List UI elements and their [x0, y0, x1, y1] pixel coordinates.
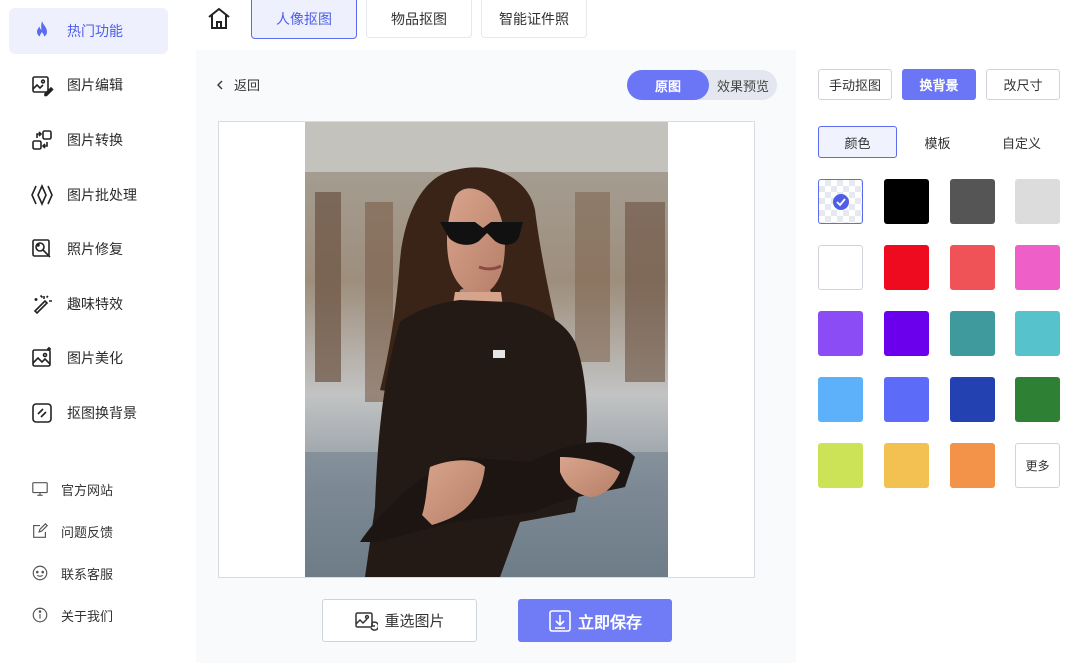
- sidebar-item-label: 图片编辑: [67, 78, 123, 94]
- reselect-label: 重选图片: [384, 612, 445, 630]
- info-icon: [30, 605, 50, 625]
- color-swatch[interactable]: [884, 311, 929, 356]
- chevron-left-icon: [217, 80, 223, 89]
- color-swatch[interactable]: [818, 245, 863, 290]
- tab-label: 物品抠图: [391, 11, 447, 28]
- sidebar-link-label: 关于我们: [61, 609, 114, 625]
- color-swatch[interactable]: [884, 377, 929, 422]
- resize-button[interactable]: 改尺寸: [986, 69, 1060, 100]
- sidebar-item-hot-features[interactable]: 热门功能: [9, 8, 168, 54]
- service-icon: [30, 563, 50, 583]
- convert-icon: [29, 127, 55, 153]
- home-button[interactable]: [206, 6, 232, 32]
- sidebar-link-official-site[interactable]: 官方网站: [30, 477, 113, 501]
- check-icon: [833, 194, 849, 210]
- sidebar-item-label: 抠图换背景: [67, 406, 137, 422]
- sidebar-item-image-convert[interactable]: 图片转换: [9, 117, 168, 163]
- tab-id-photo[interactable]: 智能证件照: [481, 0, 587, 38]
- reselect-image-button[interactable]: 重选图片: [322, 599, 477, 642]
- portrait-photo: [305, 122, 668, 577]
- color-swatch[interactable]: [950, 443, 995, 488]
- sidebar-item-photo-repair[interactable]: 照片修复: [9, 226, 168, 272]
- magic-wand-icon: [29, 291, 55, 317]
- sidebar-link-customer-service[interactable]: 联系客服: [30, 561, 113, 585]
- sidebar-item-batch[interactable]: 图片批处理: [9, 172, 168, 218]
- toggle-original[interactable]: 原图: [627, 70, 709, 100]
- color-swatch[interactable]: [1015, 245, 1060, 290]
- home-icon: [208, 7, 230, 29]
- color-swatch[interactable]: [950, 179, 995, 224]
- sidebar-link-feedback[interactable]: 问题反馈: [30, 519, 113, 543]
- download-icon: [549, 609, 571, 632]
- sidebar-item-beautify[interactable]: 图片美化: [9, 335, 168, 381]
- subtab-custom[interactable]: 自定义: [982, 126, 1061, 158]
- more-colors-button[interactable]: 更多: [1015, 443, 1060, 488]
- tab-label: 人像抠图: [276, 12, 332, 28]
- color-swatch[interactable]: [884, 179, 929, 224]
- color-swatch[interactable]: [950, 377, 995, 422]
- feedback-icon: [30, 521, 50, 541]
- color-swatch[interactable]: [818, 443, 863, 488]
- subtab-color[interactable]: 颜色: [818, 126, 897, 158]
- flame-icon: [29, 18, 55, 44]
- save-label: 立即保存: [577, 612, 642, 632]
- color-swatch[interactable]: [884, 443, 929, 488]
- repair-icon: [29, 236, 55, 262]
- back-button[interactable]: 返回: [214, 75, 260, 94]
- sidebar-link-about[interactable]: 关于我们: [30, 603, 113, 627]
- swatch-transparent[interactable]: [818, 179, 863, 224]
- beautify-icon: [29, 345, 55, 371]
- color-swatch[interactable]: [950, 245, 995, 290]
- view-toggle: 原图 效果预览: [627, 70, 777, 100]
- sidebar-item-label: 图片美化: [67, 351, 123, 367]
- tab-portrait-cutout[interactable]: 人像抠图: [251, 0, 357, 39]
- change-background-button[interactable]: 换背景: [902, 69, 976, 100]
- color-swatch[interactable]: [884, 245, 929, 290]
- sidebar-item-label: 图片转换: [67, 133, 123, 149]
- back-label: 返回: [234, 79, 261, 94]
- color-swatch[interactable]: [1015, 377, 1060, 422]
- manual-cutout-button[interactable]: 手动抠图: [818, 69, 892, 100]
- color-swatch[interactable]: [818, 377, 863, 422]
- sidebar-item-label: 趣味特效: [67, 297, 123, 313]
- sidebar-item-image-edit[interactable]: 图片编辑: [9, 62, 168, 108]
- color-swatch[interactable]: [1015, 311, 1060, 356]
- monitor-icon: [30, 479, 50, 499]
- sidebar-item-cutout-background[interactable]: 抠图换背景: [9, 390, 168, 436]
- color-swatch[interactable]: [1015, 179, 1060, 224]
- sidebar-link-label: 问题反馈: [61, 525, 114, 541]
- sidebar-item-label: 照片修复: [67, 242, 123, 258]
- sidebar-link-label: 联系客服: [61, 567, 114, 583]
- sidebar-item-label: 热门功能: [67, 24, 123, 40]
- sidebar-link-label: 官方网站: [61, 483, 114, 499]
- color-swatch[interactable]: [818, 311, 863, 356]
- toggle-preview[interactable]: 效果预览: [709, 70, 777, 100]
- image-replace-icon: [355, 611, 379, 631]
- sidebar: 热门功能 图片编辑 图片转换 图片批处理 照片修复 趣味特效 图片美化 抠图换背…: [0, 0, 178, 663]
- color-swatch[interactable]: [950, 311, 995, 356]
- cutout-icon: [29, 400, 55, 426]
- tab-object-cutout[interactable]: 物品抠图: [366, 0, 472, 38]
- sidebar-item-label: 图片批处理: [67, 188, 137, 204]
- image-edit-icon: [29, 72, 55, 98]
- sidebar-item-fun-effects[interactable]: 趣味特效: [9, 281, 168, 327]
- subtab-template[interactable]: 模板: [898, 126, 977, 158]
- tab-label: 智能证件照: [499, 11, 569, 28]
- batch-icon: [29, 182, 55, 208]
- save-now-button[interactable]: 立即保存: [518, 599, 672, 642]
